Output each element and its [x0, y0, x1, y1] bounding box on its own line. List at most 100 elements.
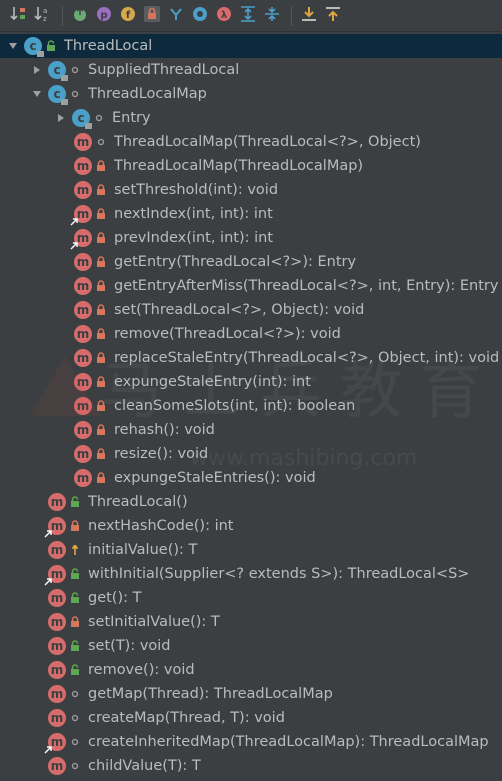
tree-method-node[interactable]: m getMap(Thread): ThreadLocalMap — [0, 682, 502, 706]
show-anonymous-icon — [191, 5, 209, 27]
tree-method-node[interactable]: m resize(): void — [0, 442, 502, 466]
autoscroll-to-source-button[interactable] — [298, 5, 320, 27]
sort-alphabetically-icon: az — [34, 5, 52, 27]
tree-node-label: getEntryAfterMiss(ThreadLocal<?>, int, E… — [114, 278, 499, 294]
collapse-arrow-icon[interactable] — [54, 111, 68, 125]
structure-toolbar: az p f λ — [0, 0, 502, 32]
show-fields-icon: f — [119, 5, 137, 27]
tree-method-node[interactable]: m initialValue(): T — [0, 538, 502, 562]
private-lock-icon — [96, 447, 106, 461]
tree-method-node[interactable]: m replaceStaleEntry(ThreadLocal<?>, Objec… — [0, 346, 502, 370]
sort-by-visibility-button[interactable] — [8, 5, 30, 27]
svg-text:λ: λ — [221, 10, 228, 21]
tree-node-label: expungeStaleEntry(int): int — [114, 374, 311, 390]
expand-arrow-icon[interactable] — [30, 87, 44, 101]
class-icon: c — [24, 37, 44, 57]
private-lock-icon — [96, 327, 106, 341]
package-private-icon — [96, 135, 106, 149]
tree-node-label: set(T): void — [88, 638, 171, 654]
tree-method-node[interactable]: m remove(ThreadLocal<?>): void — [0, 322, 502, 346]
expand-all-button[interactable] — [237, 5, 259, 27]
tree-method-node[interactable]: m withInitial(Supplier<? extends S>): Thr… — [0, 562, 502, 586]
private-lock-icon — [96, 159, 106, 173]
tree-class-node[interactable]: c ThreadLocal — [0, 34, 502, 58]
show-properties-button[interactable]: p — [93, 5, 115, 27]
tree-node-label: get(): T — [88, 590, 142, 606]
method-icon: m — [74, 373, 92, 391]
private-lock-icon — [96, 279, 106, 293]
tree-node-label: set(ThreadLocal<?>, Object): void — [114, 302, 365, 318]
tree-node-label: Entry — [112, 110, 151, 126]
method-icon: m — [70, 229, 92, 250]
collapse-all-button[interactable] — [261, 5, 283, 27]
tree-class-node[interactable]: c ThreadLocalMap — [0, 82, 502, 106]
method-icon: m — [70, 205, 92, 226]
tree-method-node[interactable]: m ThreadLocal() — [0, 490, 502, 514]
method-icon: m — [48, 613, 66, 631]
tree-method-node[interactable]: m cleanSomeSlots(int, int): boolean — [0, 394, 502, 418]
tree-method-node[interactable]: m getEntryAfterMiss(ThreadLocal<?>, int, … — [0, 274, 502, 298]
tree-method-node[interactable]: m createInheritedMap(ThreadLocalMap): Thr… — [0, 730, 502, 754]
tree-class-node[interactable]: c Entry — [0, 106, 502, 130]
tree-class-node[interactable]: c SuppliedThreadLocal — [0, 58, 502, 82]
tree-node-label: SuppliedThreadLocal — [88, 62, 240, 78]
show-inherited-button[interactable] — [69, 5, 91, 27]
method-icon: m — [44, 733, 66, 754]
show-lambdas-button[interactable] — [165, 5, 187, 27]
method-icon: m — [74, 253, 92, 271]
method-icon: m — [74, 397, 92, 415]
tree-method-node[interactable]: m childValue(T): T — [0, 754, 502, 778]
autoscroll-from-source-button[interactable] — [322, 5, 344, 27]
package-private-icon — [70, 735, 80, 749]
sort-alphabetically-button[interactable]: az — [32, 5, 54, 27]
class-icon: c — [72, 109, 92, 129]
show-lambda-button[interactable]: λ — [213, 5, 235, 27]
method-icon: m — [48, 637, 66, 655]
expand-arrow-icon[interactable] — [6, 39, 20, 53]
tree-method-node[interactable]: m get(): T — [0, 586, 502, 610]
tree-node-label: createInheritedMap(ThreadLocalMap): Thre… — [88, 734, 489, 750]
show-inherited-icon — [71, 5, 89, 27]
tree-method-node[interactable]: m expungeStaleEntries(): void — [0, 466, 502, 490]
tree-method-node[interactable]: m nextIndex(int, int): int — [0, 202, 502, 226]
private-lock-icon — [96, 303, 106, 317]
collapse-arrow-icon[interactable] — [30, 63, 44, 77]
tree-method-node[interactable]: m createMap(Thread, T): void — [0, 706, 502, 730]
tree-node-label: rehash(): void — [114, 422, 215, 438]
show-non-public-button[interactable] — [141, 5, 163, 27]
private-lock-icon — [96, 255, 106, 269]
tree-method-node[interactable]: m remove(): void — [0, 658, 502, 682]
tree-node-label: prevIndex(int, int): int — [114, 230, 274, 246]
method-icon: m — [74, 157, 92, 175]
show-properties-icon: p — [95, 5, 113, 27]
tree-method-node[interactable]: m rehash(): void — [0, 418, 502, 442]
collapse-all-icon — [263, 5, 281, 27]
tree-method-node[interactable]: m setInitialValue(): T — [0, 610, 502, 634]
tree-method-node[interactable]: m prevIndex(int, int): int — [0, 226, 502, 250]
protected-key-icon — [70, 543, 80, 557]
svg-text:a: a — [43, 7, 47, 15]
tree-method-node[interactable]: m setThreshold(int): void — [0, 178, 502, 202]
method-icon: m — [74, 301, 92, 319]
tree-node-label: childValue(T): T — [88, 758, 201, 774]
tree-method-node[interactable]: m expungeStaleEntry(int): int — [0, 370, 502, 394]
tree-node-label: ThreadLocal — [64, 38, 153, 54]
tree-method-node[interactable]: m ThreadLocalMap(ThreadLocalMap) — [0, 154, 502, 178]
tree-method-node[interactable]: m getEntry(ThreadLocal<?>): Entry — [0, 250, 502, 274]
tree-node-label: getEntry(ThreadLocal<?>): Entry — [114, 254, 357, 270]
show-anonymous-button[interactable] — [189, 5, 211, 27]
show-lambda-icon: λ — [215, 5, 233, 27]
tree-method-node[interactable]: m ThreadLocalMap(ThreadLocal<?>, Object) — [0, 130, 502, 154]
method-icon: m — [48, 685, 66, 703]
tree-method-node[interactable]: m set(T): void — [0, 634, 502, 658]
tree-method-node[interactable]: m nextHashCode(): int — [0, 514, 502, 538]
show-non-public-icon — [143, 5, 161, 27]
tree-node-label: expungeStaleEntries(): void — [114, 470, 316, 486]
tree-node-label: getMap(Thread): ThreadLocalMap — [88, 686, 333, 702]
tree-method-node[interactable]: m set(ThreadLocal<?>, Object): void — [0, 298, 502, 322]
autoscroll-from-source-icon — [324, 5, 342, 27]
method-icon: m — [48, 709, 66, 727]
show-fields-button[interactable]: f — [117, 5, 139, 27]
private-lock-icon — [96, 375, 106, 389]
tree-node-label: setInitialValue(): T — [88, 614, 220, 630]
